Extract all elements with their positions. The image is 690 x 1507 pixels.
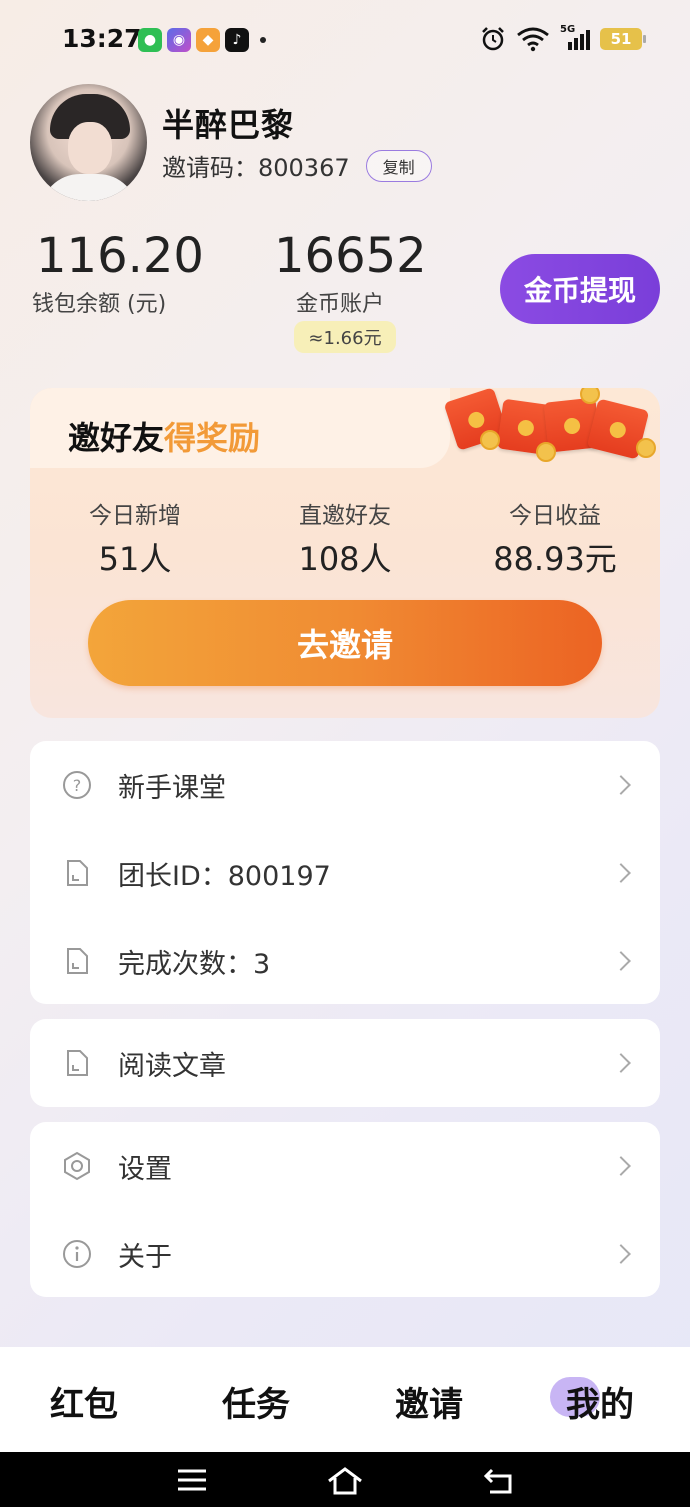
- document-icon: [62, 858, 92, 888]
- menu-item-about[interactable]: 关于: [30, 1210, 660, 1298]
- system-navigation-bar: [0, 1452, 690, 1507]
- invite-card-title: 邀好友得奖励: [68, 419, 261, 457]
- invite-code: 邀请码：800367: [162, 154, 350, 182]
- more-notifications-dot: [260, 37, 266, 43]
- chevron-right-icon: [611, 951, 631, 971]
- settings-hexagon-icon: [62, 1151, 92, 1181]
- camera-app-icon: ◉: [167, 28, 191, 52]
- wallet-balance-value: 116.20: [36, 228, 204, 284]
- avatar[interactable]: [30, 84, 147, 201]
- alarm-icon: [482, 27, 504, 51]
- menu-icon[interactable]: [176, 1466, 208, 1498]
- username: 半醉巴黎: [162, 106, 295, 144]
- coin-approx-badge: ≈1.66元: [294, 321, 396, 353]
- status-bar: 13:27 ● ◉ ◆ ♪ 5G 51: [0, 0, 690, 80]
- system-icons: 5G 51: [480, 24, 646, 52]
- document-icon: [62, 1048, 92, 1078]
- chevron-right-icon: [611, 1053, 631, 1073]
- chevron-right-icon: [611, 775, 631, 795]
- home-icon[interactable]: [326, 1466, 364, 1500]
- coin-account-label: 金币账户: [296, 292, 385, 317]
- help-circle-icon: ?: [62, 770, 92, 800]
- go-invite-button[interactable]: 去邀请: [88, 600, 602, 686]
- status-time: 13:27: [62, 24, 142, 53]
- chevron-right-icon: [611, 1156, 631, 1176]
- tiktok-icon: ♪: [225, 28, 249, 52]
- notification-icons: ● ◉ ◆ ♪: [138, 28, 266, 52]
- battery-icon: 51: [600, 28, 646, 50]
- menu-group-1: ? 新手课堂 团长ID：800197 完成次数：3: [30, 741, 660, 1004]
- chevron-right-icon: [611, 1244, 631, 1264]
- coin-withdraw-button[interactable]: 金币提现: [500, 254, 660, 324]
- invite-stats: 今日新增 51人 直邀好友 108人 今日收益 88.93元: [30, 496, 660, 580]
- menu-item-leader-id[interactable]: 团长ID：800197: [30, 829, 660, 917]
- coin-account-value: 16652: [274, 228, 427, 284]
- back-icon[interactable]: [482, 1466, 514, 1500]
- stat-new-today: 今日新增 51人: [89, 503, 181, 578]
- menu-item-read-articles[interactable]: 阅读文章: [30, 1019, 660, 1107]
- invite-reward-card: 邀好友得奖励 今日新增 51人 直邀好友 108人 今日收益 88.93元 去邀…: [30, 388, 660, 718]
- wifi-icon: [517, 27, 549, 52]
- tab-tasks[interactable]: 任务: [222, 1377, 290, 1426]
- wechat-icon: ●: [138, 28, 162, 52]
- cellular-signal-icon: 5G: [560, 24, 590, 52]
- tab-red-packet[interactable]: 红包: [50, 1377, 118, 1426]
- menu-group-2: 阅读文章: [30, 1019, 660, 1107]
- bottom-tab-bar: 红包 任务 邀请 我的: [0, 1347, 690, 1452]
- wallet-balance-label: 钱包余额 (元): [32, 292, 167, 317]
- menu-group-3: 设置 关于: [30, 1122, 660, 1297]
- stat-earnings-today: 今日收益 88.93元: [493, 503, 617, 578]
- menu-item-completion-count[interactable]: 完成次数：3: [30, 917, 660, 1005]
- tab-invite[interactable]: 邀请: [395, 1377, 463, 1426]
- stat-direct-friends: 直邀好友 108人: [298, 503, 392, 578]
- chevron-right-icon: [611, 863, 631, 883]
- red-envelopes-illustration: [440, 388, 660, 470]
- app-notification-icon: ◆: [196, 28, 220, 52]
- info-icon: [62, 1239, 92, 1269]
- document-icon: [62, 946, 92, 976]
- menu-item-settings[interactable]: 设置: [30, 1122, 660, 1210]
- invite-code-row: 邀请码：800367 复制: [162, 148, 432, 183]
- tab-mine[interactable]: 我的: [566, 1377, 634, 1426]
- menu-item-beginner-class[interactable]: ? 新手课堂: [30, 741, 660, 829]
- copy-button[interactable]: 复制: [365, 149, 432, 182]
- svg-text:?: ?: [73, 776, 82, 795]
